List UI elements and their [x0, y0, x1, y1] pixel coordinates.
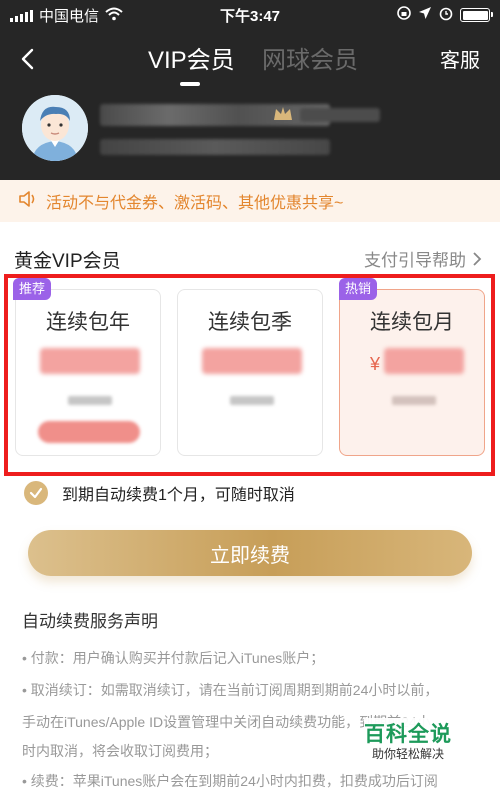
- plan-price-redacted: [384, 348, 464, 374]
- plan-name: 连续包年: [46, 311, 130, 334]
- user-id-redacted: [100, 139, 330, 155]
- alarm-icon: [438, 5, 454, 25]
- plan-price-redacted: [202, 348, 302, 374]
- username-redacted: [100, 104, 330, 126]
- plan-original-price-redacted: [230, 396, 274, 405]
- section-title: 黄金VIP会员: [14, 251, 121, 272]
- notice-bar: 活动不与代金券、激活码、其他优惠共享~: [0, 180, 500, 222]
- tab-vip-member[interactable]: VIP会员: [148, 40, 235, 75]
- vip-crown-icon: [272, 104, 294, 124]
- plan-original-price-redacted: [68, 396, 112, 405]
- plan-card-quarterly[interactable]: 连续包季: [177, 289, 323, 456]
- status-bar: 中国电信 下午3:47: [0, 0, 500, 28]
- plan-card-yearly[interactable]: 连续包年: [15, 289, 161, 456]
- customer-service-link[interactable]: 客服: [440, 44, 480, 73]
- check-icon: [24, 481, 48, 505]
- notice-text: 活动不与代金券、激活码、其他优惠共享~: [46, 195, 344, 212]
- vip-status-redacted: [300, 108, 380, 122]
- chevron-left-icon: [21, 48, 34, 70]
- battery-icon: [460, 8, 493, 22]
- plan-discount-tag-redacted: [38, 421, 140, 443]
- rotation-lock-icon: [396, 5, 412, 25]
- help-link-label: 支付引导帮助: [364, 251, 466, 270]
- declaration-title: 自动续费服务声明: [22, 612, 158, 631]
- recommend-badge: 推荐: [13, 278, 52, 300]
- declaration-line: • 付款：用户确认购买并付款后记入iTunes账户；: [22, 650, 325, 666]
- declaration-line: • 取消续订：如需取消续订，请在当前订阅周期到期前24小时以前，: [22, 682, 439, 698]
- plan-name: 连续包季: [208, 311, 292, 334]
- avatar[interactable]: [22, 95, 88, 161]
- plan-name: 连续包月: [370, 311, 454, 334]
- active-tab-indicator: [180, 82, 200, 86]
- auto-renew-toggle[interactable]: 到期自动续费1个月，可随时取消: [24, 481, 295, 505]
- auto-renew-text: 到期自动续费1个月，可随时取消: [62, 487, 295, 504]
- declaration-line: • 续费：苹果iTunes账户会在到期前24小时内扣费，扣费成功后订阅: [22, 773, 438, 789]
- tab-tennis-member[interactable]: 网球会员: [262, 40, 358, 75]
- chevron-right-icon: [473, 251, 482, 266]
- watermark-subtitle: 助你轻松解决: [372, 747, 445, 761]
- renew-now-button[interactable]: 立即续费: [28, 530, 472, 576]
- hot-sale-badge: 热销: [339, 278, 378, 300]
- back-button[interactable]: [14, 44, 40, 74]
- speaker-icon: [18, 190, 40, 213]
- currency-symbol: ¥: [370, 354, 381, 374]
- plan-price-redacted: [40, 348, 140, 374]
- declaration-line: 时内取消，将会收取订阅费用；: [22, 743, 218, 759]
- watermark-title: 百科全说: [364, 723, 452, 746]
- location-icon: [418, 6, 432, 24]
- watermark: 百科全说 助你轻松解决: [364, 718, 482, 766]
- plan-card-monthly[interactable]: 连续包月 ¥: [339, 289, 485, 456]
- header: 中国电信 下午3:47 VIP会员 网球会员 客服: [0, 0, 500, 180]
- plan-original-price-redacted: [392, 396, 436, 405]
- payment-help-link[interactable]: 支付引导帮助: [364, 246, 482, 271]
